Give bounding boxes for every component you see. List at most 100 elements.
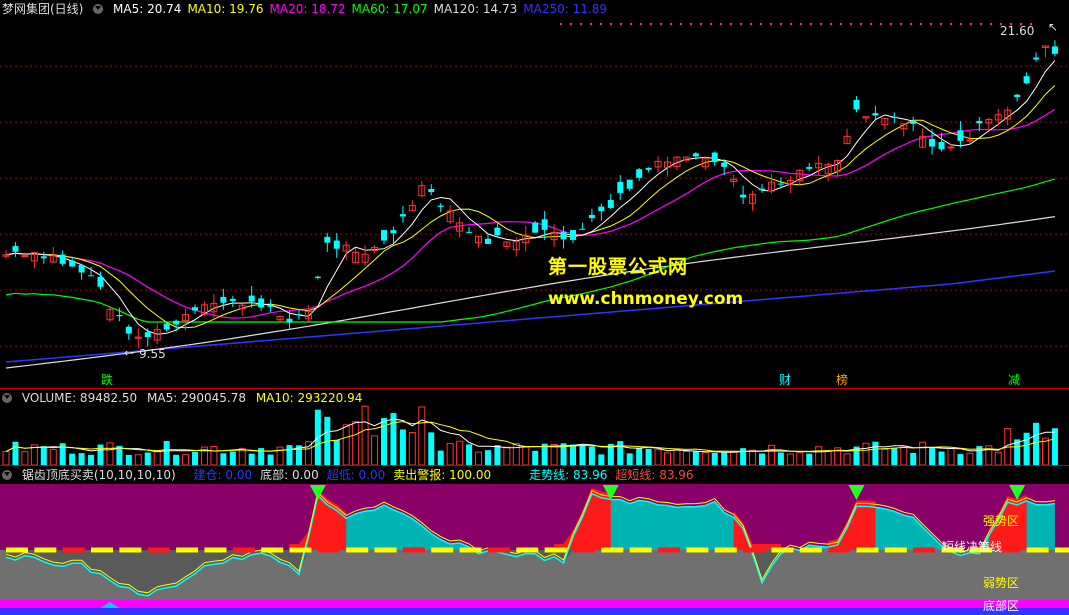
volume-bar: [390, 413, 397, 465]
candle-body: [740, 194, 747, 198]
volume-bar: [759, 453, 765, 465]
indicator-panel[interactable]: 锯齿顶底买卖(10,10,10,10) 建仓: 0.00 底部: 0.00 超低: …: [0, 465, 1069, 615]
candle-body: [598, 206, 605, 212]
candle-body: [88, 275, 95, 277]
candle-body: [484, 238, 491, 244]
candle-body: [532, 222, 539, 233]
indicator-chart[interactable]: [0, 466, 1069, 615]
candle-body: [229, 298, 236, 302]
volume-value: VOLUME: 89482.50: [21, 391, 138, 405]
volume-bar: [408, 432, 416, 465]
volume-bar: [88, 454, 95, 465]
indicator-item-3: 卖出警报: 100.00: [393, 468, 492, 482]
volume-bar: [617, 441, 624, 465]
event-bang[interactable]: 榜: [836, 371, 848, 388]
volume-bar: [2, 451, 10, 465]
volume-bar: [248, 453, 255, 465]
zone-weak: 弱势区: [983, 576, 1020, 590]
volume-bar: [730, 450, 738, 465]
volume-bar: [824, 449, 832, 465]
candle-body: [806, 167, 813, 169]
dropdown-icon[interactable]: [2, 393, 12, 403]
volume-bar: [163, 441, 170, 465]
price-chart[interactable]: [0, 0, 1069, 387]
volume-bar: [570, 444, 576, 465]
event-die[interactable]: 跌: [101, 371, 113, 388]
dropdown-icon[interactable]: [93, 4, 104, 14]
volume-bar: [645, 448, 652, 465]
candle-body: [947, 146, 955, 149]
volume-bar: [40, 446, 47, 465]
volume-bar: [21, 451, 29, 465]
candle-body: [966, 139, 974, 142]
zone-decision: 短线决策线: [942, 540, 1003, 554]
watermark-cn: 第一股票公式网: [548, 256, 689, 278]
candle-body: [144, 332, 151, 338]
volume-bar: [220, 453, 227, 465]
volume-bar: [721, 452, 728, 465]
candle-body: [938, 141, 945, 150]
volume-bar: [475, 451, 482, 465]
volume-bar: [579, 445, 586, 465]
low-arrow-icon: ←: [124, 346, 135, 360]
volume-bar: [711, 452, 718, 465]
candle-body: [258, 298, 265, 308]
volume-bar: [399, 429, 406, 465]
volume-bar: [418, 406, 426, 465]
volume-bar: [97, 444, 104, 465]
candle-body: [192, 307, 198, 311]
volume-bar: [654, 449, 662, 465]
bottom-zone-band: [0, 600, 1069, 608]
candle-body: [69, 260, 76, 267]
volume-bar: [532, 450, 539, 465]
volume-bar: [78, 453, 85, 465]
price-legend: 梦网集团(日线) MA5: 20.74 MA10: 19.76 MA20: 18.7…: [2, 0, 613, 18]
volume-bar: [512, 443, 520, 465]
candle-body: [570, 230, 576, 240]
volume-bar: [966, 452, 974, 465]
ma-label-4: MA120: 14.73: [433, 2, 518, 16]
candle-body: [777, 183, 784, 185]
volume-bar: [456, 440, 464, 465]
volume-bar: [342, 424, 350, 465]
volume-bar: [872, 441, 879, 465]
ma-values: MA5: 20.74 MA10: 19.76 MA20: 18.72 MA60: 17…: [113, 2, 613, 16]
candle-body: [891, 116, 898, 119]
candle-body: [721, 162, 728, 167]
volume-bar: [522, 446, 530, 465]
volume-bar: [267, 454, 274, 465]
volume-bar: [636, 448, 643, 465]
candle-body: [295, 314, 302, 316]
volume-bar: [929, 447, 936, 465]
volume-bar: [815, 446, 823, 465]
event-jian[interactable]: 减: [1008, 371, 1020, 388]
dropdown-icon[interactable]: [2, 470, 12, 480]
candle-body: [1051, 46, 1058, 54]
volume-bar: [12, 441, 19, 465]
price-panel[interactable]: 梦网集团(日线) MA5: 20.74 MA10: 19.76 MA20: 18.7…: [0, 0, 1069, 387]
volume-bar: [238, 447, 246, 465]
volume-bar: [881, 448, 889, 465]
ma-label-1: MA10: 19.76: [187, 2, 264, 16]
candle-body: [579, 228, 586, 230]
volume-bar: [125, 454, 132, 465]
candle-body: [929, 138, 936, 147]
candle-body: [560, 231, 567, 240]
volume-bar: [210, 445, 218, 465]
volume-bar: [588, 446, 595, 465]
volume-bar: [1033, 422, 1040, 465]
candle-body: [711, 152, 718, 163]
event-cai[interactable]: 财: [779, 371, 791, 388]
candle-body: [617, 181, 624, 193]
ma60-line: [5, 178, 1056, 323]
volume-bar: [692, 451, 699, 465]
volume-bar: [777, 452, 784, 465]
candle-body: [381, 230, 387, 241]
candle-body: [437, 205, 444, 207]
candle-body: [541, 219, 548, 230]
volume-bar: [891, 447, 898, 465]
volume-bar: [229, 451, 236, 465]
ma-label-0: MA5: 20.74: [113, 2, 182, 16]
volume-panel[interactable]: VOLUME: 89482.50 MA5: 290045.78 MA10: 29…: [0, 388, 1069, 465]
indicator-title: 锯齿顶底买卖(10,10,10,10): [21, 468, 176, 482]
